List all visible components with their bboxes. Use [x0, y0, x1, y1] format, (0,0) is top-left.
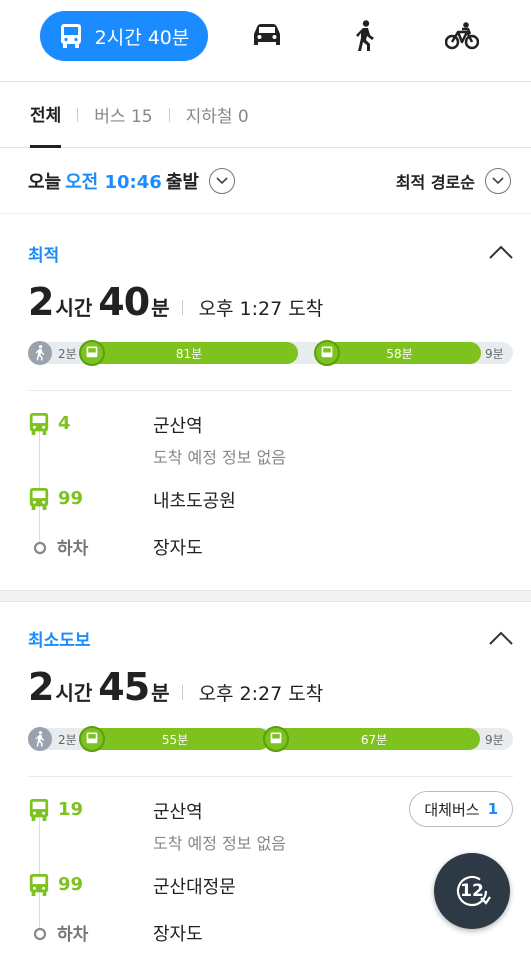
stop-name: 장자도	[153, 924, 203, 945]
bike-icon	[444, 22, 480, 50]
duration-minutes: 40	[98, 280, 150, 324]
tab-subway[interactable]: 지하철 0	[186, 102, 249, 127]
arrival-time: 오후 2:27 도착	[198, 683, 324, 705]
bus-icon	[28, 487, 50, 515]
car-icon	[254, 24, 280, 45]
route-duration: 2 시간 40 분 오후 1:27 도착	[28, 280, 323, 324]
duration-minutes-unit: 분	[151, 296, 170, 320]
walk-end-time: 9분	[485, 733, 504, 747]
walk-icon	[28, 341, 52, 365]
arrival-info: 도착 예정 정보 없음	[153, 834, 287, 853]
walk-mode-button[interactable]	[355, 20, 375, 56]
alternative-bus-label: 대체버스	[424, 800, 480, 819]
bus-icon	[79, 726, 105, 752]
segment-duration: 81분	[175, 346, 203, 361]
sort-selector[interactable]: 최적 경로순	[395, 167, 511, 194]
bus-icon	[28, 798, 50, 826]
departure-row: 오늘 오전 10:46 출발 최적 경로순	[0, 148, 531, 214]
bus-icon	[28, 873, 50, 901]
walk-end-time: 9분	[485, 347, 504, 361]
duration-hours: 2	[28, 665, 54, 709]
route-title: 최소도보	[28, 631, 91, 651]
stop-name: 군산역	[153, 416, 203, 437]
divider	[28, 776, 513, 777]
bus-route-number: 99	[58, 488, 84, 509]
departure-time-selector[interactable]: 오늘 오전 10:46 출발	[28, 167, 235, 194]
bus-route-number: 99	[58, 874, 84, 895]
tab-all-label: 전체	[30, 105, 62, 126]
bus-icon	[60, 24, 81, 48]
chevron-down-icon[interactable]	[208, 167, 235, 194]
car-mode-button[interactable]	[251, 23, 283, 53]
stop-name: 내초도공원	[153, 491, 236, 512]
bike-mode-button[interactable]	[444, 22, 480, 54]
duration-hours-unit: 시간	[55, 681, 93, 705]
arrival-time: 오후 1:27 도착	[198, 298, 324, 320]
route-timeline-bar: 2분 81분 58분 9분	[28, 340, 513, 366]
chevron-down-icon[interactable]	[485, 167, 511, 194]
segment-duration: 58분	[386, 346, 413, 361]
bus-segment-2: 58분	[318, 342, 481, 364]
tab-bus-label: 버스 15	[94, 107, 153, 127]
segment-duration: 55분	[161, 732, 189, 747]
alternative-bus-button[interactable]: 대체버스 1	[409, 791, 513, 827]
departure-suffix: 출발	[165, 171, 199, 193]
chevron-up-icon[interactable]	[489, 630, 513, 649]
transport-mode-bar: 2시간 40분	[0, 0, 531, 82]
chevron-up-icon[interactable]	[489, 244, 513, 263]
segment-duration: 67분	[360, 732, 388, 747]
bus-segment-1: 55분	[80, 728, 270, 750]
transit-mode-button[interactable]: 2시간 40분	[40, 11, 208, 61]
stop-name: 군산역	[153, 802, 203, 823]
walk-start-time: 2분	[58, 733, 77, 747]
departure-day: 오늘	[28, 171, 62, 193]
divider	[28, 390, 513, 391]
arrival-info: 도착 예정 정보 없음	[153, 448, 287, 467]
route-timeline-bar: 2분 55분 67분 9분	[28, 726, 513, 752]
bus-segment-2: 67분	[268, 728, 480, 750]
alternative-bus-count: 1	[487, 800, 498, 818]
bus-route-number: 4	[58, 413, 71, 434]
sort-label: 최적 경로순	[395, 172, 475, 192]
bus-icon	[263, 726, 289, 752]
duration-hours-unit: 시간	[55, 296, 93, 320]
duration-minutes-unit: 분	[151, 681, 170, 705]
walk-icon	[356, 20, 374, 51]
refresh-count: 12	[460, 881, 484, 901]
alight-label: 하차	[57, 925, 89, 945]
divider	[181, 685, 183, 700]
divider	[181, 300, 183, 315]
transit-duration: 2시간 40분	[94, 26, 190, 49]
card-separator	[0, 590, 531, 602]
tab-subway-label: 지하철 0	[185, 107, 249, 127]
route-card[interactable]: 최적 2 시간 40 분 오후 1:27 도착 2분 81분 58분 9분 4 …	[0, 216, 531, 590]
tab-bus[interactable]: 버스 15	[94, 102, 152, 127]
departure-time: 오전 10:46	[65, 171, 162, 193]
bus-icon	[28, 412, 50, 440]
bus-route-number: 19	[58, 799, 84, 820]
stop-name: 군산대정문	[153, 877, 236, 898]
stop-name: 장자도	[153, 538, 203, 559]
alight-label: 하차	[57, 539, 89, 559]
duration-minutes: 45	[98, 665, 150, 709]
tab-divider	[168, 107, 170, 122]
duration-hours: 2	[28, 280, 54, 324]
alight-dot-icon	[33, 926, 47, 945]
walk-icon	[28, 727, 52, 751]
tab-all[interactable]: 전체	[30, 82, 62, 148]
walk-start-time: 2분	[58, 347, 77, 361]
route-title: 최적	[28, 246, 60, 266]
alight-dot-icon	[33, 540, 47, 559]
route-duration: 2 시간 45 분 오후 2:27 도착	[28, 665, 323, 709]
bus-icon	[314, 340, 340, 366]
tab-divider	[77, 107, 79, 122]
route-filter-tabs: 전체 버스 15 지하철 0	[0, 82, 531, 148]
bus-icon	[79, 340, 105, 366]
refresh-button[interactable]: 12	[434, 853, 510, 929]
bus-segment-1: 81분	[80, 342, 298, 364]
